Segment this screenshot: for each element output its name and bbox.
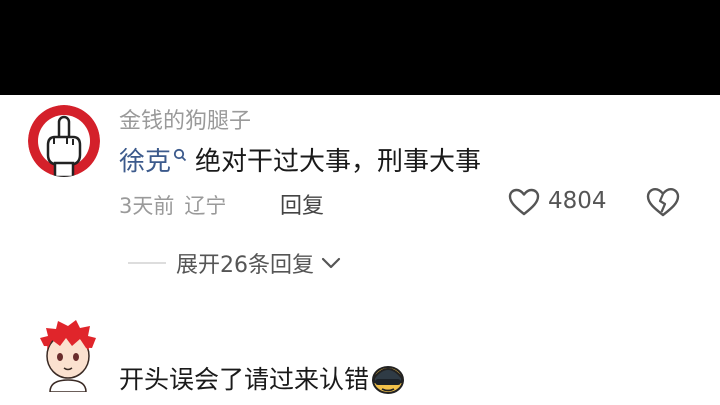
broken-heart-icon[interactable] — [645, 186, 681, 218]
expand-replies-label: 展开26条回复 — [176, 253, 314, 278]
comment-body: 绝对干过大事，刑事大事 — [195, 147, 482, 177]
comment-body-2: 开头误会了请过来认错 — [119, 365, 370, 394]
divider-line — [128, 262, 166, 264]
comment-username[interactable]: 金钱的狗腿子 — [119, 103, 251, 135]
chevron-down-icon — [321, 257, 341, 269]
like-count: 4804 — [548, 188, 607, 214]
search-icon — [173, 148, 187, 162]
comment-panel: 金钱的狗腿子 徐克 绝对干过大事，刑事大事 3天前 辽宁 回复 4804 展开26… — [0, 95, 720, 405]
comment-meta: 3天前 辽宁 — [119, 190, 226, 220]
commenter-avatar[interactable] — [28, 105, 100, 177]
expand-replies-button[interactable]: 展开26条回复 — [128, 247, 342, 279]
mention-link[interactable]: 徐克 — [119, 147, 171, 177]
commenter-avatar-2[interactable] — [38, 320, 98, 392]
heart-outline-icon[interactable] — [507, 187, 541, 217]
comment-text: 徐克 绝对干过大事，刑事大事 — [119, 141, 481, 178]
red-hair-anime-avatar-icon — [40, 320, 96, 392]
comment-text-2: 开头误会了请过来认错 — [119, 360, 405, 396]
middle-finger-avatar-icon — [28, 105, 100, 177]
comment-location: 辽宁 — [184, 194, 227, 218]
reply-button[interactable]: 回复 — [280, 188, 324, 220]
helmet-emoji-icon — [372, 366, 405, 394]
comment-time: 3天前 — [119, 194, 175, 218]
